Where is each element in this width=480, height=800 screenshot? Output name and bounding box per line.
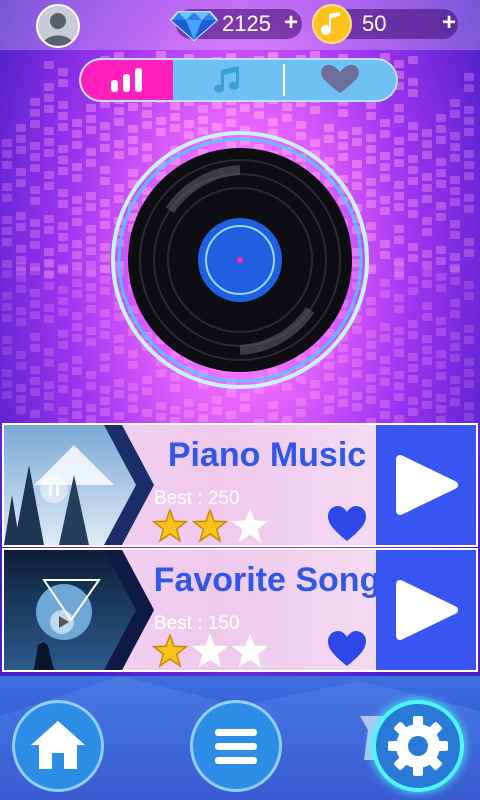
top-bar: 2125 + 50 + xyxy=(0,0,480,50)
play-icon xyxy=(396,580,458,640)
star-filled-icon xyxy=(152,634,189,668)
play-button[interactable] xyxy=(376,425,476,545)
play-button[interactable] xyxy=(376,550,476,670)
favorite-heart-icon[interactable] xyxy=(326,630,368,668)
song-best-score: Best : 150 xyxy=(154,613,240,634)
song-card[interactable]: Piano Music Best : 250 xyxy=(2,423,478,547)
notes-value: 50 xyxy=(362,11,387,36)
gems-add-button[interactable]: + xyxy=(284,8,298,38)
menu-button[interactable] xyxy=(190,700,282,792)
star-empty-icon xyxy=(231,634,269,668)
vinyl-record-icon xyxy=(111,131,369,389)
star-empty-icon xyxy=(231,509,269,543)
star-rating xyxy=(152,634,269,668)
winter-forest-thumbnail xyxy=(4,425,154,545)
notes-add-button[interactable]: + xyxy=(442,8,456,38)
play-icon xyxy=(396,455,458,515)
favorite-heart-icon[interactable] xyxy=(326,505,368,543)
tab-top-charts[interactable] xyxy=(81,60,173,100)
bars-chart-icon xyxy=(111,68,142,92)
star-filled-icon xyxy=(152,509,189,543)
song-title: Piano Music xyxy=(167,436,367,474)
heart-icon xyxy=(321,64,359,93)
song-card[interactable]: Favorite Song Best : 150 xyxy=(2,548,478,672)
home-icon xyxy=(31,721,85,769)
star-rating xyxy=(152,509,269,543)
gems-value: 2125 xyxy=(222,11,271,36)
song-title: Favorite Song xyxy=(153,561,381,599)
menu-icon xyxy=(215,729,257,764)
gear-icon xyxy=(388,716,448,776)
tab-songs[interactable] xyxy=(173,60,283,100)
tab-favorites[interactable] xyxy=(285,60,396,100)
music-note-coin-icon xyxy=(312,4,352,44)
user-avatar-icon[interactable] xyxy=(36,4,80,48)
song-best-score: Best : 250 xyxy=(154,488,240,509)
settings-button[interactable] xyxy=(372,700,464,792)
star-filled-icon xyxy=(191,509,229,543)
category-tabs xyxy=(79,58,398,102)
music-notes-icon xyxy=(214,66,239,93)
home-button[interactable] xyxy=(12,700,104,792)
star-empty-icon xyxy=(191,634,229,668)
night-deer-thumbnail xyxy=(4,550,154,670)
diamond-icon xyxy=(170,11,218,42)
